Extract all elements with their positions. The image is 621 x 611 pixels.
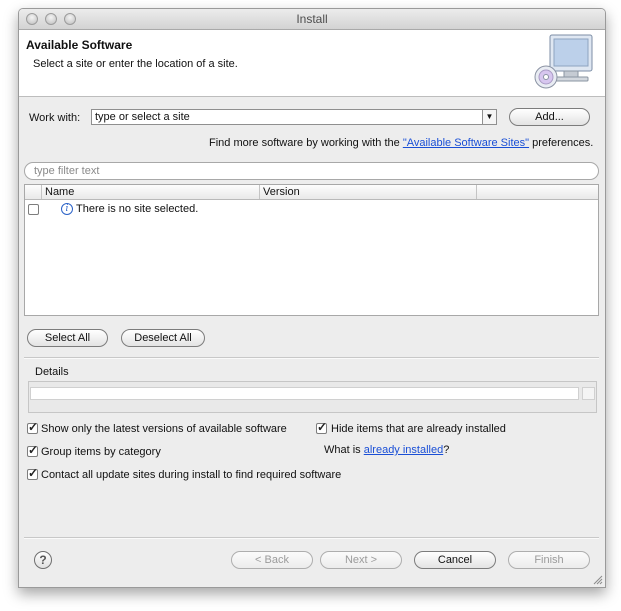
next-button[interactable]: Next > xyxy=(320,551,402,569)
already-installed-link[interactable]: already installed xyxy=(364,444,444,456)
filter-input[interactable]: type filter text xyxy=(24,162,599,180)
window-title: Install xyxy=(296,12,328,26)
add-site-button[interactable]: Add... xyxy=(509,108,590,126)
details-scrollbar[interactable] xyxy=(582,387,595,400)
what-is-installed-text: What is already installed? xyxy=(324,444,449,456)
help-icon[interactable]: ? xyxy=(34,551,52,569)
available-software-sites-link[interactable]: "Available Software Sites" xyxy=(403,137,529,149)
column-header-version[interactable]: Version xyxy=(259,185,476,199)
details-panel xyxy=(28,381,597,413)
group-by-category-checkbox[interactable] xyxy=(27,443,38,457)
latest-versions-checkbox[interactable] xyxy=(27,420,38,434)
table-row-checkbox[interactable] xyxy=(28,204,39,215)
hint-suffix: preferences. xyxy=(529,137,594,149)
table-header: Name Version xyxy=(25,185,598,200)
contact-sites-checkbox[interactable] xyxy=(27,466,38,480)
no-site-message: There is no site selected. xyxy=(76,203,199,215)
filter-placeholder: type filter text xyxy=(34,165,100,177)
hint-prefix: Find more software by working with the xyxy=(209,137,403,149)
info-icon: i xyxy=(61,203,73,215)
hide-installed-label: Hide items that are already installed xyxy=(331,423,506,435)
hide-installed-checkbox[interactable] xyxy=(316,420,327,434)
header-banner: Available Software Select a site or ente… xyxy=(19,30,605,97)
column-header-name[interactable]: Name xyxy=(41,185,259,199)
cancel-button[interactable]: Cancel xyxy=(414,551,496,569)
divider xyxy=(24,357,599,359)
resize-grip-icon[interactable] xyxy=(593,575,603,585)
deselect-all-button[interactable]: Deselect All xyxy=(121,329,205,347)
work-with-label: Work with: xyxy=(29,112,81,124)
dropdown-arrow-icon[interactable]: ▼ xyxy=(482,110,496,124)
page-title: Available Software xyxy=(26,38,133,52)
site-combo-value: type or select a site xyxy=(95,111,190,123)
group-by-category-label: Group items by category xyxy=(41,446,161,458)
what-is-suffix: ? xyxy=(443,444,450,456)
install-monitor-icon xyxy=(534,34,593,89)
back-button[interactable]: < Back xyxy=(231,551,313,569)
details-text-area[interactable] xyxy=(30,387,579,400)
page-subtitle: Select a site or enter the location of a… xyxy=(33,58,238,70)
what-is-prefix: What is xyxy=(324,444,364,456)
footer-divider xyxy=(24,537,599,539)
latest-versions-label: Show only the latest versions of availab… xyxy=(41,423,287,435)
column-header-empty xyxy=(476,185,598,199)
available-sites-hint: Find more software by working with the "… xyxy=(209,137,593,149)
select-all-button[interactable]: Select All xyxy=(27,329,108,347)
contact-sites-label: Contact all update sites during install … xyxy=(41,469,342,481)
title-bar: Install xyxy=(19,9,605,30)
finish-button[interactable]: Finish xyxy=(508,551,590,569)
details-label: Details xyxy=(35,366,69,378)
install-dialog: Install Available Software Select a site… xyxy=(18,8,606,588)
software-table[interactable]: Name Version i There is no site selected… xyxy=(24,184,599,316)
site-combo-box[interactable]: type or select a site ▼ xyxy=(91,109,497,125)
